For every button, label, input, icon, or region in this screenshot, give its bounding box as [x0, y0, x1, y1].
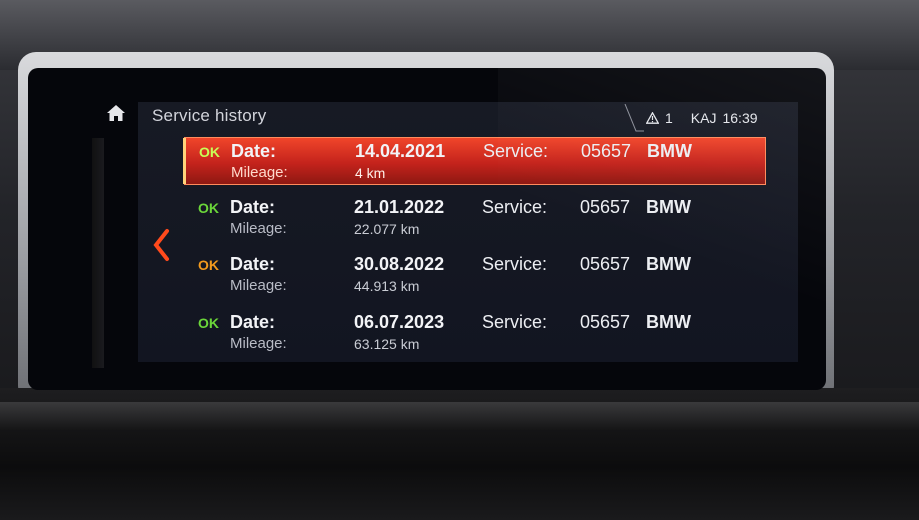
- service-code: 05657: [581, 141, 632, 161]
- warning-count: 1: [665, 110, 673, 126]
- chevron-left-icon[interactable]: [150, 228, 172, 262]
- status-ok-badge: OK: [198, 200, 219, 216]
- mileage-label: Mileage:: [230, 277, 287, 294]
- service-date: 06.07.2023: [354, 312, 445, 332]
- status-ok-badge: OK: [199, 144, 220, 160]
- date-label: Date:: [230, 254, 276, 274]
- service-code: 05657: [580, 197, 631, 217]
- service-mileage: 63.125 km: [354, 336, 420, 352]
- service-record-row[interactable]: OK Date: Mileage: 14.04.2021 4 km Servic…: [183, 137, 766, 185]
- date-label: Date:: [230, 312, 276, 332]
- dashboard-trim: [0, 402, 919, 430]
- service-date: 21.01.2022: [354, 197, 445, 217]
- service-brand: BMW: [646, 197, 691, 217]
- left-rail: [92, 138, 104, 368]
- service-mileage: 22.077 km: [354, 221, 420, 237]
- mileage-label: Mileage:: [231, 164, 288, 181]
- service-date: 14.04.2021: [355, 141, 446, 161]
- home-icon[interactable]: [106, 104, 126, 122]
- service-code: 05657: [580, 312, 631, 332]
- service-label: Service:: [482, 254, 548, 274]
- service-brand: BMW: [646, 254, 691, 274]
- warning-triangle-icon[interactable]: [646, 112, 659, 124]
- service-code: 05657: [580, 254, 631, 274]
- tab-divider: [624, 104, 644, 132]
- service-record-row[interactable]: OK Date: Mileage: 21.01.2022 22.077 km S…: [184, 194, 764, 240]
- infotainment-screen: Service history 1 KAJ 16:39 OK Date: Mil…: [28, 68, 826, 390]
- selection-indicator: [183, 138, 186, 184]
- service-mileage: 4 km: [355, 165, 386, 181]
- service-record-row[interactable]: OK Date: Mileage: 30.08.2022 44.913 km S…: [184, 251, 764, 297]
- date-label: Date:: [230, 197, 276, 217]
- service-label: Service:: [482, 197, 548, 217]
- service-record-row[interactable]: OK Date: Mileage: 06.07.2023 63.125 km S…: [184, 309, 764, 355]
- page-title: Service history: [152, 106, 267, 125]
- mileage-label: Mileage:: [230, 335, 287, 352]
- status-ok-badge: OK: [198, 315, 219, 331]
- service-brand: BMW: [646, 312, 691, 332]
- clock: 16:39: [722, 110, 758, 126]
- status-ok-badge: OK: [198, 257, 219, 273]
- driver-profile: KAJ: [690, 110, 717, 126]
- mileage-label: Mileage:: [230, 220, 287, 237]
- status-bar: 1 KAJ 16:39: [624, 104, 788, 132]
- service-label: Service:: [483, 141, 549, 161]
- date-label: Date:: [231, 141, 277, 161]
- service-date: 30.08.2022: [354, 254, 445, 274]
- service-label: Service:: [482, 312, 548, 332]
- service-brand: BMW: [647, 141, 692, 161]
- service-mileage: 44.913 km: [354, 278, 420, 294]
